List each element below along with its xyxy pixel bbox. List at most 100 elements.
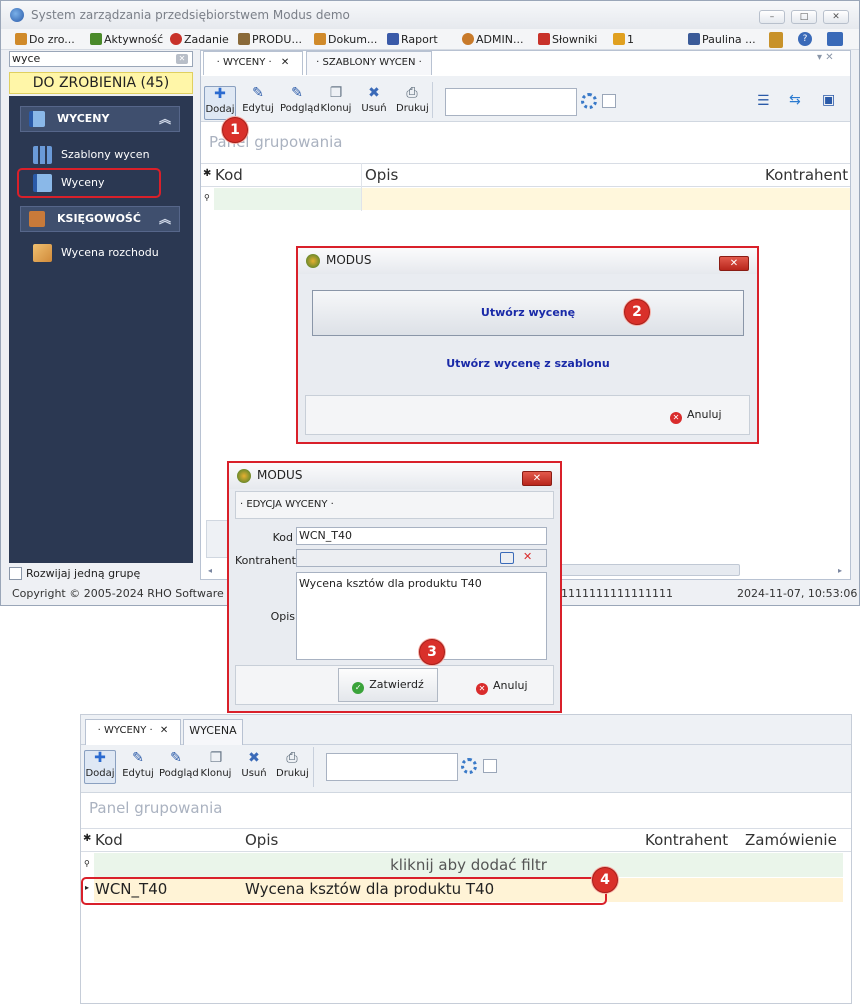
tab-wyceny[interactable]: · WYCENY · ✕ [85, 719, 181, 745]
quick-dictionaries[interactable]: Słowniki [538, 32, 597, 48]
tab-wycena[interactable]: WYCENA [183, 719, 243, 745]
column-kod[interactable]: Kod [215, 166, 243, 184]
close-window-button[interactable]: ✕ [823, 10, 849, 24]
column-kontrahent[interactable]: Kontrahent [645, 831, 728, 849]
quick-documents[interactable]: Dokum... [314, 32, 377, 48]
expand-one-group-option[interactable]: Rozwijaj jedną grupę [9, 566, 193, 582]
kod-field[interactable]: WCN_T40 [296, 527, 547, 545]
print-button[interactable]: ⎙ Drukuj [396, 85, 429, 115]
column-zamowienie[interactable]: Zamówienie [745, 831, 837, 849]
pencil-icon: ✎ [170, 750, 182, 766]
quick-todo[interactable]: Do zro... [15, 32, 75, 48]
preview-button[interactable]: ✎ Podgląd [159, 750, 199, 780]
scroll-left-icon[interactable]: ◂ [208, 566, 212, 575]
filter-pin-icon: ⚲ [204, 193, 210, 202]
title-bar: System zarządzania przedsiębiorstwem Mod… [1, 1, 859, 29]
quick-user[interactable]: Paulina ... [688, 32, 756, 48]
clear-search-icon[interactable]: ✕ [176, 54, 188, 64]
grid-header [201, 163, 850, 187]
sidebar-group-ksiegowosc[interactable]: KSIĘGOWOŚĆ ︽ [20, 206, 180, 232]
close-dialog-button[interactable]: ✕ [719, 256, 749, 271]
panel-icon[interactable]: ▣ [822, 92, 835, 108]
monitor-icon [688, 33, 700, 45]
close-dialog-button[interactable]: ✕ [522, 471, 552, 486]
tab-wyceny[interactable]: · WYCENY · ✕ [203, 51, 303, 75]
filter-row[interactable]: kliknij aby dodać filtr [94, 853, 843, 877]
highlight-new-row [81, 877, 607, 905]
filter-input[interactable] [445, 88, 577, 116]
filter-cell-kod[interactable] [214, 188, 361, 210]
delete-icon: ✖ [368, 85, 380, 101]
create-from-template-button[interactable]: Utwórz wycenę z szablonu [312, 350, 744, 378]
add-button[interactable]: ✚ Dodaj [204, 86, 236, 120]
expand-checkbox[interactable] [9, 567, 22, 580]
column-opis[interactable]: Opis [245, 831, 278, 849]
delete-icon: ✖ [248, 750, 260, 766]
edit-button[interactable]: ✎ Edytuj [242, 86, 274, 115]
clone-button[interactable]: ❐ Klonuj [200, 750, 232, 780]
gear-icon[interactable] [461, 758, 477, 774]
horizontal-scrollbar[interactable] [560, 564, 740, 576]
asterisk-icon: ✱ [203, 168, 212, 179]
print-button[interactable]: ⎙ Drukuj [276, 751, 309, 780]
column-kontrahent[interactable]: Kontrahent [765, 166, 848, 184]
dialog-edit-estimate: MODUS ✕ · EDYCJA WYCENY · Kod WCN_T40 Ko… [227, 461, 562, 713]
close-tab-icon[interactable]: ✕ [281, 57, 289, 68]
chevron-up-icon[interactable]: ︽ [159, 207, 171, 231]
quick-report[interactable]: Raport [387, 32, 438, 48]
tab-dropdown-icon[interactable]: ▾ ✕ [817, 52, 834, 63]
tab-szablony-wycen[interactable]: · SZABLONY WYCEN · [306, 51, 432, 75]
dialog-create-choice: MODUS ✕ Utwórz wycenę Utwórz wycenę z sz… [296, 246, 759, 444]
sidebar-group-wyceny[interactable]: WYCENY ︽ [20, 106, 180, 132]
help-icon[interactable]: ? [798, 32, 812, 46]
clone-button[interactable]: ❐ Klonuj [320, 86, 352, 115]
quick-battery[interactable]: 1 [613, 32, 634, 48]
todo-counter[interactable]: DO ZROBIENIA (45) [9, 72, 193, 94]
delete-button[interactable]: ✖ Usuń [358, 85, 390, 115]
column-opis[interactable]: Opis [365, 166, 398, 184]
lookup-icon[interactable] [500, 552, 514, 564]
sidebar-item-szablony-wycen[interactable]: Szablony wycen [33, 144, 150, 166]
edit-button[interactable]: ✎ Edytuj [122, 751, 154, 780]
add-button[interactable]: ✚ Dodaj [84, 750, 116, 784]
cancel-button[interactable]: ✕ Anuluj [476, 679, 528, 695]
paint-icon[interactable] [769, 32, 783, 48]
app-logo-icon [10, 8, 24, 22]
filter-row[interactable] [362, 188, 850, 210]
plus-icon: ✚ [94, 750, 106, 766]
create-estimate-button[interactable]: Utwórz wycenę [312, 290, 744, 336]
toolbar-divider [313, 747, 314, 787]
maximize-button[interactable]: □ [791, 10, 817, 24]
pencil-icon [15, 33, 27, 45]
filter-input[interactable] [326, 753, 458, 781]
printer-icon: ⎙ [406, 85, 418, 101]
copyright-text: Copyright © 2005-2024 RHO Software [12, 587, 224, 600]
minimize-button[interactable]: – [759, 10, 785, 24]
preview-button[interactable]: ✎ Podgląd [280, 86, 320, 115]
refresh-icon[interactable]: ⇆ [789, 92, 801, 108]
column-kod[interactable]: Kod [95, 831, 123, 849]
briefcase-icon [29, 211, 45, 227]
sidebar-item-wycena-rozchodu[interactable]: Wycena rozchodu [33, 242, 159, 264]
quick-task[interactable]: Zadanie [170, 32, 229, 48]
list-icon[interactable]: ☰ [757, 93, 770, 109]
delete-button[interactable]: ✖ Usuń [238, 750, 270, 780]
quick-products[interactable]: PRODU... [238, 32, 302, 48]
chevron-up-icon[interactable]: ︽ [159, 107, 171, 131]
quick-activity[interactable]: Aktywność [90, 32, 163, 48]
cancel-button[interactable]: ✕ Anuluj [670, 408, 722, 424]
copy-icon: ❐ [209, 750, 223, 766]
result-panel: · WYCENY · ✕ WYCENA ✚ Dodaj ✎ Edytuj ✎ Podg… [80, 714, 852, 1004]
chat-icon[interactable] [827, 32, 843, 46]
clear-icon[interactable]: ✕ [523, 550, 532, 563]
search-input[interactable]: wyce [9, 51, 193, 67]
gear-icon[interactable] [581, 93, 597, 109]
close-tab-icon[interactable]: ✕ [160, 725, 168, 736]
filter-checkbox[interactable] [483, 759, 497, 773]
quick-admin[interactable]: ADMIN... [462, 32, 523, 48]
filter-checkbox[interactable] [602, 94, 616, 108]
confirm-button[interactable]: ✓ Zatwierdź [338, 668, 438, 702]
chart-icon [90, 33, 102, 45]
user-icon [462, 33, 474, 45]
scroll-right-icon[interactable]: ▸ [838, 566, 842, 575]
